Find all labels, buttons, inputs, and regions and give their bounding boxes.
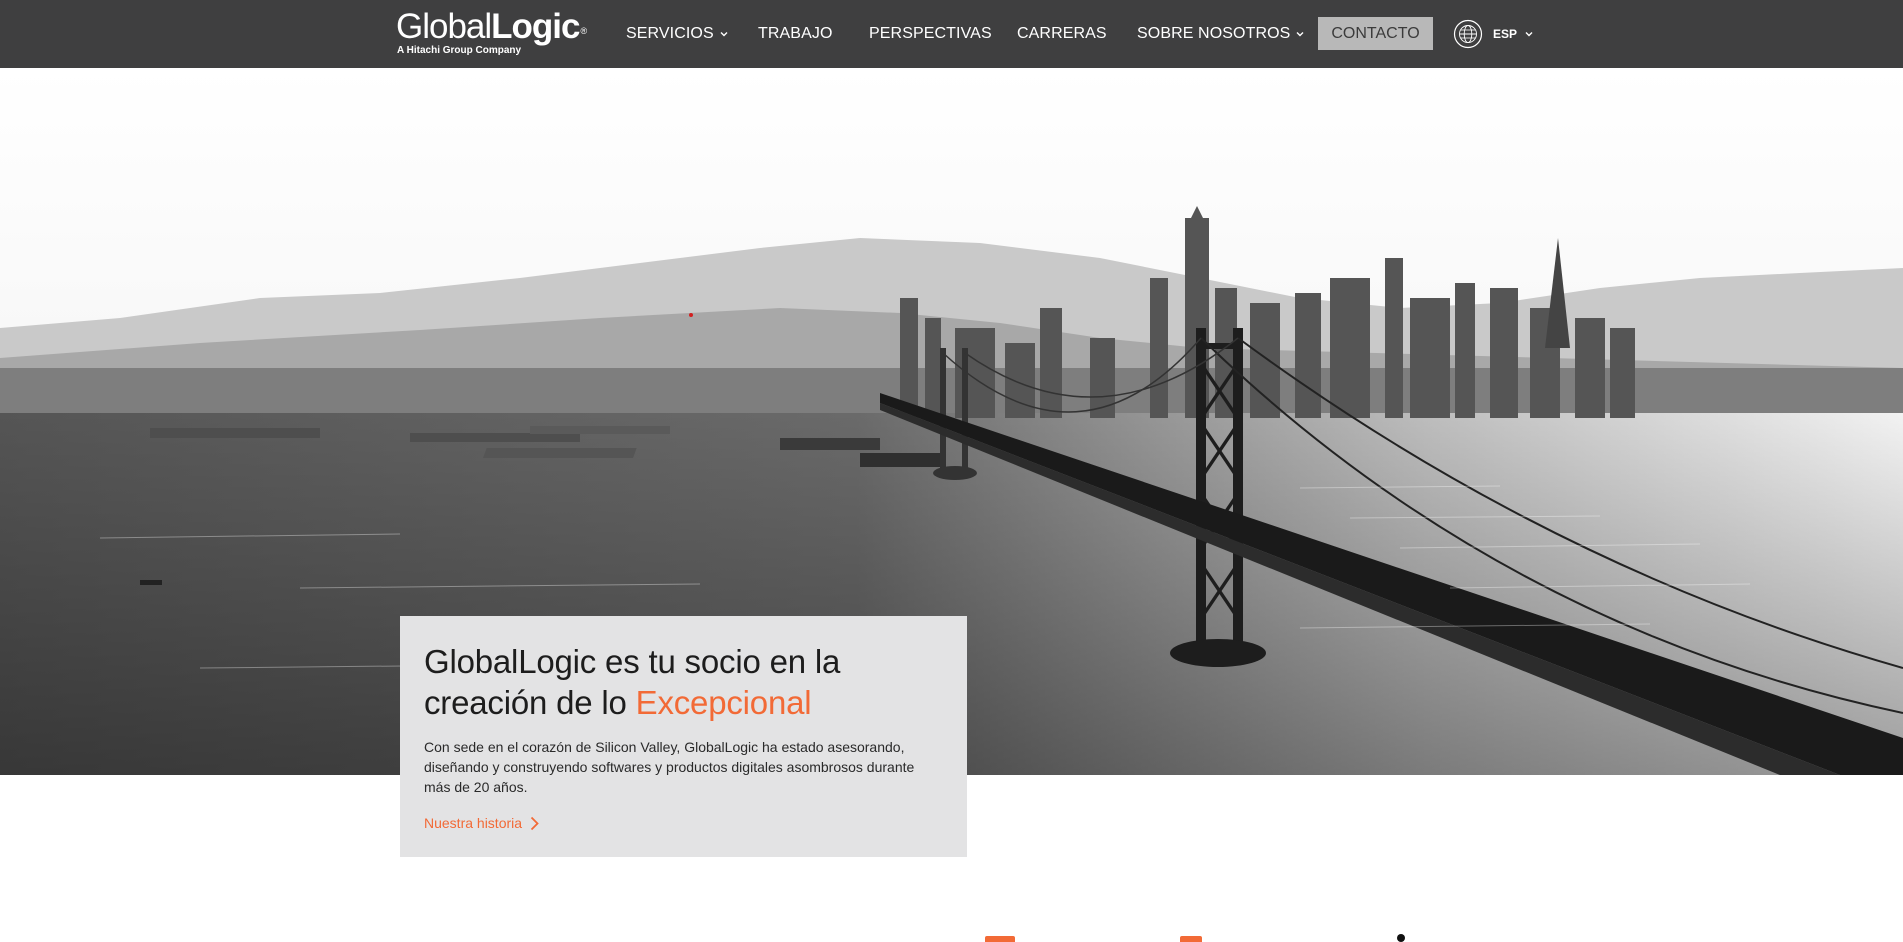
language-selector[interactable]: ESP <box>1493 0 1533 68</box>
chevron-down-icon <box>720 32 728 37</box>
nav-item-label: SERVICIOS <box>626 25 714 42</box>
contact-button[interactable]: CONTACTO <box>1318 17 1433 50</box>
logo-wordmark-light: Global <box>396 7 492 46</box>
cropped-heading-glyph <box>985 936 1015 942</box>
globallogic-logo[interactable]: GlobalLogic® A Hitachi Group Company <box>396 7 588 57</box>
nav-item-label: PERSPECTIVAS <box>869 25 992 42</box>
next-section-heading-cropped <box>985 928 1425 942</box>
registered-mark: ® <box>580 26 588 36</box>
cropped-heading-glyph <box>1397 934 1405 942</box>
hero-description: Con sede en el corazón de Silicon Valley… <box>424 739 915 795</box>
chevron-down-icon <box>1296 32 1304 37</box>
logo-tagline: A Hitachi Group Company <box>397 45 522 56</box>
nav-item-servicios[interactable]: SERVICIOS <box>626 0 728 68</box>
cropped-heading-glyph <box>1180 936 1202 942</box>
logo-wordmark: GlobalLogic® <box>396 7 588 46</box>
hero-heading-accent: Excepcional <box>635 684 812 721</box>
nav-item-perspectivas[interactable]: PERSPECTIVAS <box>869 0 992 68</box>
nav-item-sobre-nosotros[interactable]: SOBRE NOSOTROS <box>1137 0 1304 68</box>
globe-icon[interactable] <box>1453 19 1483 49</box>
nav-item-label: CARRERAS <box>1017 25 1107 42</box>
page: GlobalLogic® A Hitachi Group Company SER… <box>0 0 1903 942</box>
nav-item-trabajo[interactable]: TRABAJO <box>758 0 833 68</box>
hero-heading: GlobalLogic es tu socio en la creación d… <box>424 641 943 723</box>
hero-card: GlobalLogic es tu socio en la creación d… <box>400 616 967 857</box>
nav-item-label: SOBRE NOSOTROS <box>1137 25 1291 42</box>
chevron-down-icon <box>1525 32 1533 37</box>
chevron-right-icon <box>530 816 539 830</box>
cursor-dot <box>689 313 693 317</box>
top-navigation: GlobalLogic® A Hitachi Group Company SER… <box>0 0 1903 68</box>
our-story-label: Nuestra historia <box>424 815 523 831</box>
logo-wordmark-bold: Logic <box>491 7 580 46</box>
language-label: ESP <box>1493 27 1518 41</box>
nav-item-carreras[interactable]: CARRERAS <box>1017 0 1107 68</box>
our-story-link[interactable]: Nuestra historia <box>424 815 539 831</box>
nav-item-label: TRABAJO <box>758 25 833 42</box>
